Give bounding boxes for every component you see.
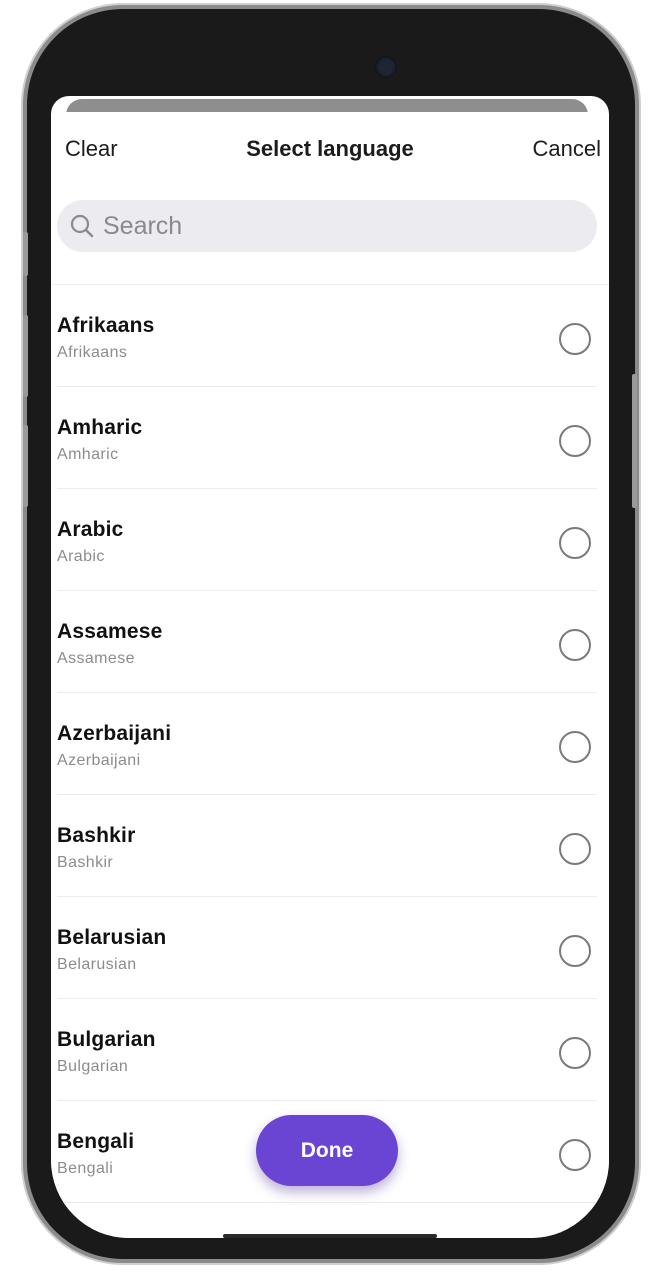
language-native-name: Bulgarian	[57, 1058, 129, 1075]
home-indicator	[223, 1234, 437, 1238]
language-native-name: Amharic	[57, 446, 119, 463]
language-picker-sheet: Clear Select language Cancel Afrikaans A…	[51, 112, 609, 1238]
radio-button[interactable]	[559, 527, 591, 559]
language-native-name: Afrikaans	[57, 344, 128, 361]
list-item[interactable]: Belarusian Belarusian	[57, 897, 597, 999]
radio-button[interactable]	[559, 1037, 591, 1069]
radio-button[interactable]	[559, 731, 591, 763]
phone-volume-down-button	[23, 425, 28, 507]
language-name: Bulgarian	[57, 1028, 156, 1051]
language-name: Arabic	[57, 518, 124, 541]
language-name: Amharic	[57, 416, 143, 439]
radio-button[interactable]	[559, 629, 591, 661]
language-name: Afrikaans	[57, 314, 155, 337]
search-input[interactable]	[101, 210, 541, 242]
sheet-header: Clear Select language Cancel	[51, 112, 609, 188]
language-native-name: Bengali	[57, 1160, 114, 1177]
language-native-name: Assamese	[57, 650, 135, 667]
language-list: Afrikaans Afrikaans Amharic Amharic Arab…	[51, 285, 609, 1203]
language-name: Belarusian	[57, 926, 167, 949]
language-native-name: Arabic	[57, 548, 105, 565]
list-item[interactable]: Bashkir Bashkir	[57, 795, 597, 897]
list-item[interactable]: Arabic Arabic	[57, 489, 597, 591]
language-native-name: Azerbaijani	[57, 752, 141, 769]
phone-power-button	[632, 374, 637, 508]
language-name: Assamese	[57, 620, 163, 643]
phone-volume-up-button	[23, 315, 28, 397]
radio-button[interactable]	[559, 323, 591, 355]
front-camera	[375, 56, 397, 78]
phone-side-button	[23, 232, 28, 276]
list-item[interactable]: Amharic Amharic	[57, 387, 597, 489]
search-icon	[70, 214, 94, 238]
list-item[interactable]: Bulgarian Bulgarian	[57, 999, 597, 1101]
sheet-title: Select language	[246, 136, 414, 161]
language-native-name: Belarusian	[57, 956, 137, 973]
list-item[interactable]: Afrikaans Afrikaans	[57, 285, 597, 387]
radio-button[interactable]	[559, 425, 591, 457]
search-bar[interactable]	[57, 200, 597, 252]
language-native-name: Bashkir	[57, 854, 114, 871]
done-button[interactable]: Done	[256, 1115, 398, 1186]
list-item[interactable]: Assamese Assamese	[57, 591, 597, 693]
language-name: Azerbaijani	[57, 722, 172, 745]
list-item[interactable]: Azerbaijani Azerbaijani	[57, 693, 597, 795]
radio-button[interactable]	[559, 935, 591, 967]
language-name: Bashkir	[57, 824, 136, 847]
cancel-button[interactable]: Cancel	[533, 136, 601, 162]
language-name: Bengali	[57, 1130, 135, 1153]
radio-button[interactable]	[559, 833, 591, 865]
radio-button[interactable]	[559, 1139, 591, 1171]
